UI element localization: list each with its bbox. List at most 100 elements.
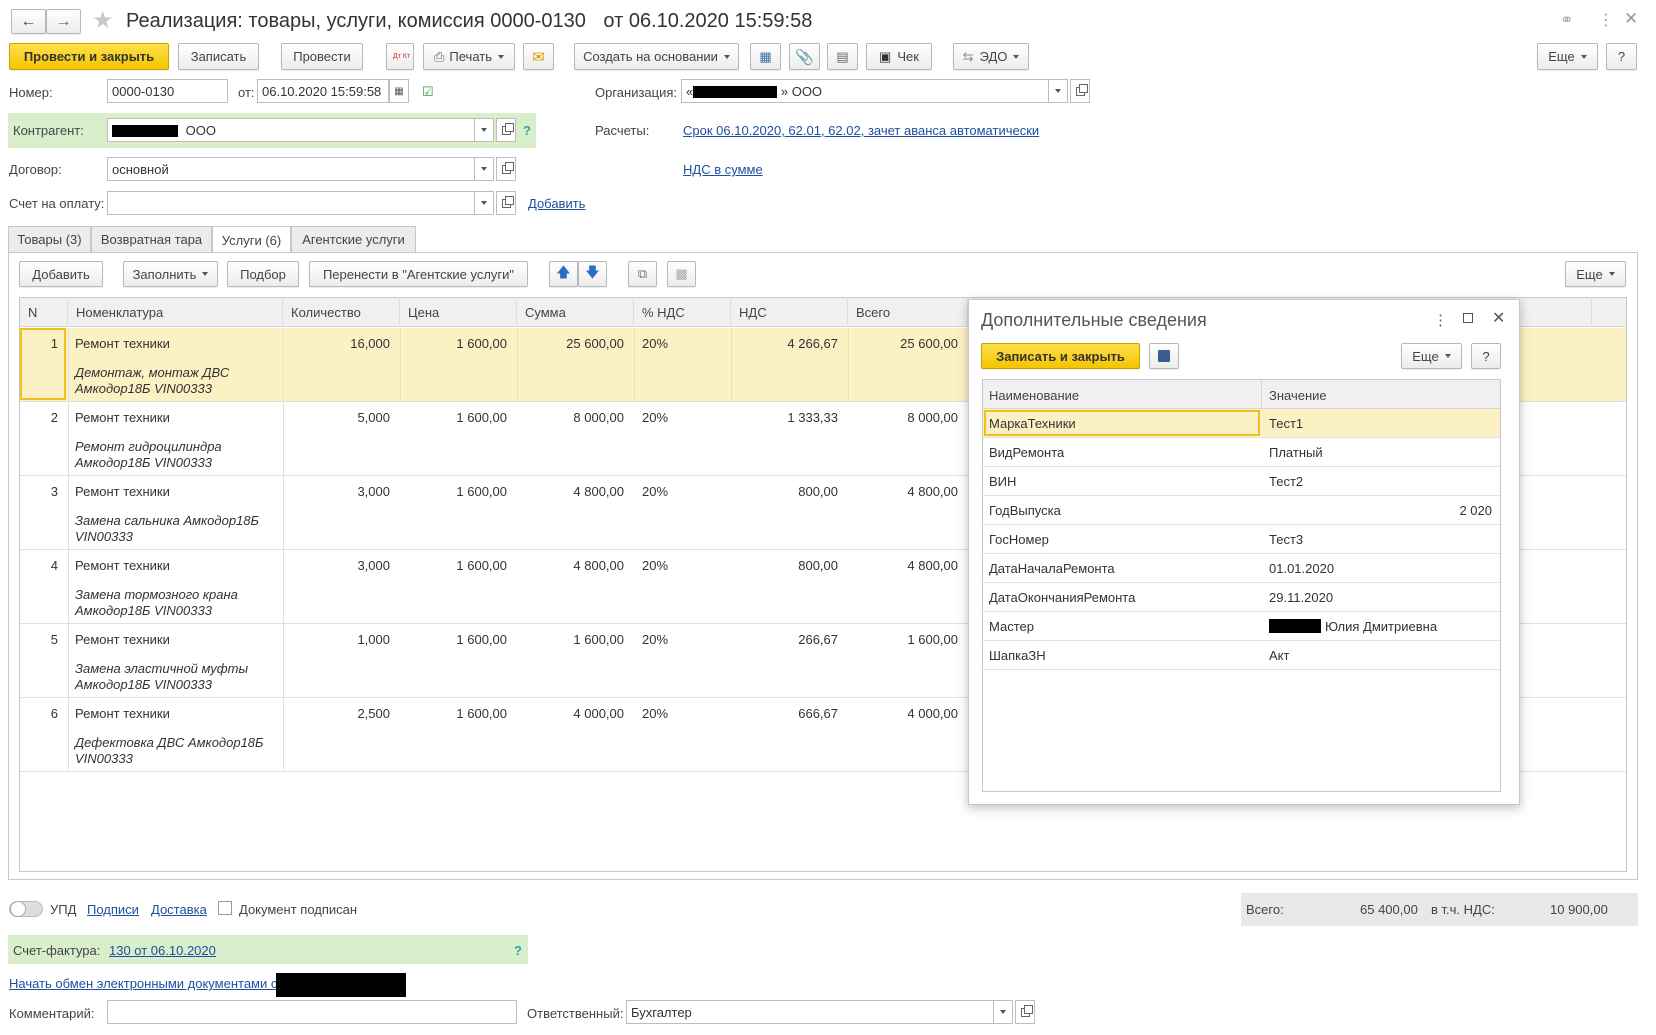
start-edo-link[interactable]: Начать обмен электронными документами с xyxy=(9,976,277,991)
organization-field[interactable]: « » ООО xyxy=(681,79,1049,103)
counterparty-dropdown-button[interactable] xyxy=(474,118,494,142)
select-button[interactable]: Подбор xyxy=(227,261,299,287)
settlements-link[interactable]: Срок 06.10.2020, 62.01, 62.02, зачет ава… xyxy=(683,123,1039,138)
doc-signed-checkbox[interactable] xyxy=(218,901,232,915)
payment-invoice-field[interactable] xyxy=(107,191,475,215)
dialog-save-close-button[interactable]: Записать и закрыть xyxy=(981,343,1140,369)
tab-returnable-packaging[interactable]: Возвратная тара xyxy=(91,226,212,252)
date-field[interactable]: 06.10.2020 15:59:58 xyxy=(257,79,389,103)
dialog-more-button[interactable]: Еще xyxy=(1401,343,1462,369)
row-qty: 1,000 xyxy=(357,632,390,647)
payment-invoice-open-button[interactable] xyxy=(496,191,516,215)
save-button[interactable]: Записать xyxy=(178,43,259,70)
row-content-line2: Амкодор18Б VIN00333 xyxy=(75,381,212,396)
create-based-button[interactable]: Создать на основании xyxy=(574,43,739,70)
table-more-button[interactable]: Еще xyxy=(1565,261,1626,287)
counterparty-help-icon[interactable]: ? xyxy=(523,123,531,138)
organization-open-button[interactable] xyxy=(1070,79,1090,103)
col-header-nomenclature[interactable]: Номенклатура xyxy=(68,297,283,327)
col-header-price[interactable]: Цена xyxy=(400,297,517,327)
dialog-row[interactable]: ВидРемонта Платный xyxy=(983,438,1500,467)
col-header-vat-rate[interactable]: % НДС xyxy=(634,297,731,327)
move-to-agent-services-button[interactable]: Перенести в "Агентские услуги" xyxy=(309,261,528,287)
dialog-row[interactable]: ШапкаЗН Акт xyxy=(983,641,1500,670)
cash-register-icon: ▣ xyxy=(879,48,892,64)
dialog-save-button[interactable] xyxy=(1149,343,1179,369)
row-price: 1 600,00 xyxy=(456,706,507,721)
dialog-row[interactable]: ДатаОкончанияРемонта 29.11.2020 xyxy=(983,583,1500,612)
col-header-vat[interactable]: НДС xyxy=(731,297,848,327)
add-payment-invoice-link[interactable]: Добавить xyxy=(528,196,585,211)
contract-open-button[interactable] xyxy=(496,157,516,181)
report-button[interactable]: ▤ xyxy=(827,43,858,70)
dialog-row[interactable]: ГодВыпуска 2 020 xyxy=(983,496,1500,525)
tab-goods[interactable]: Товары (3) xyxy=(8,226,91,252)
dialog-row[interactable]: ГосНомер Тест3 xyxy=(983,525,1500,554)
move-down-button[interactable]: 🡇 xyxy=(578,261,607,287)
counterparty-label: Контрагент: xyxy=(13,123,84,138)
dialog-help-button[interactable]: ? xyxy=(1471,343,1501,369)
tab-services[interactable]: Услуги (6) xyxy=(212,226,291,253)
help-button[interactable]: ? xyxy=(1606,43,1637,70)
col-header-n[interactable]: N xyxy=(20,297,68,327)
attach-button[interactable]: 📎 xyxy=(789,43,820,70)
back-button[interactable]: ← xyxy=(11,9,46,34)
counterparty-open-button[interactable] xyxy=(496,118,516,142)
comment-field[interactable] xyxy=(107,1000,517,1024)
tab-agent-services[interactable]: Агентские услуги xyxy=(291,226,416,252)
forward-button[interactable]: → xyxy=(46,9,81,34)
post-and-close-button[interactable]: Провести и закрыть xyxy=(9,43,169,70)
vat-mode-link[interactable]: НДС в сумме xyxy=(683,162,763,177)
add-row-button[interactable]: Добавить xyxy=(19,261,103,287)
move-up-button[interactable]: 🡅 xyxy=(549,261,578,287)
check-button[interactable]: ▣ Чек xyxy=(866,43,932,70)
open-window-icon xyxy=(1075,83,1088,96)
counterparty-field[interactable]: ООО xyxy=(107,118,475,142)
dialog-col-name[interactable]: Наименование xyxy=(989,388,1079,403)
close-icon[interactable]: ✕ xyxy=(1624,9,1638,29)
more-button[interactable]: Еще xyxy=(1537,43,1598,70)
print-button[interactable]: ⎙ Печать xyxy=(423,43,515,70)
dialog-close-icon[interactable]: ✕ xyxy=(1492,308,1505,328)
paste-row-button[interactable]: ▩ xyxy=(667,261,696,287)
responsible-dropdown-button[interactable] xyxy=(993,1000,1013,1024)
col-header-quantity[interactable]: Количество xyxy=(283,297,400,327)
dialog-row[interactable]: ДатаНачалаРемонта 01.01.2020 xyxy=(983,554,1500,583)
payment-invoice-dropdown-button[interactable] xyxy=(474,191,494,215)
open-window-icon xyxy=(501,195,514,208)
dialog-more-vertical-icon[interactable]: ⋮ xyxy=(1433,311,1448,329)
invoice-help-icon[interactable]: ? xyxy=(514,943,522,958)
structure-button[interactable]: ▦ xyxy=(750,43,781,70)
dt-kt-button[interactable]: Дт Кт xyxy=(386,43,414,70)
fill-button[interactable]: Заполнить xyxy=(123,261,218,287)
col-header-total[interactable]: Всего xyxy=(848,297,968,327)
row-content-line2: VIN00333 xyxy=(75,529,133,544)
contract-field[interactable]: основной xyxy=(107,157,475,181)
edo-button[interactable]: ⇆ ЭДО xyxy=(953,43,1029,70)
dialog-maximize-icon[interactable] xyxy=(1463,313,1473,323)
post-button[interactable]: Провести xyxy=(281,43,363,70)
email-button[interactable]: ✉ xyxy=(523,43,554,70)
invoice-link[interactable]: 130 от 06.10.2020 xyxy=(109,943,216,958)
row-content-line2: Амкодор18Б VIN00333 xyxy=(75,677,212,692)
dialog-row[interactable]: Мастер Юлия Дмитриевна xyxy=(983,612,1500,641)
responsible-field[interactable]: Бухгалтер xyxy=(626,1000,994,1024)
organization-dropdown-button[interactable] xyxy=(1048,79,1068,103)
copy-row-button[interactable]: ⧉ xyxy=(628,261,657,287)
delivery-link[interactable]: Доставка xyxy=(151,902,207,917)
dialog-col-value[interactable]: Значение xyxy=(1269,388,1327,403)
upd-toggle[interactable] xyxy=(9,901,43,917)
link-icon[interactable]: ⚭ xyxy=(1560,10,1573,30)
favorite-star-icon[interactable]: ★ xyxy=(92,6,114,35)
responsible-open-button[interactable] xyxy=(1015,1000,1035,1024)
arrow-down-icon: 🡇 xyxy=(585,264,600,280)
redacted-block xyxy=(693,86,778,98)
dialog-row[interactable]: МаркаТехники Тест1 xyxy=(983,409,1500,438)
number-field[interactable]: 0000-0130 xyxy=(107,79,228,103)
col-header-sum[interactable]: Сумма xyxy=(517,297,634,327)
calendar-button[interactable]: ▦ xyxy=(389,79,409,103)
dialog-row[interactable]: ВИН Тест2 xyxy=(983,467,1500,496)
signatures-link[interactable]: Подписи xyxy=(87,902,139,917)
contract-dropdown-button[interactable] xyxy=(474,157,494,181)
more-vertical-icon[interactable]: ⋮ xyxy=(1598,10,1614,30)
